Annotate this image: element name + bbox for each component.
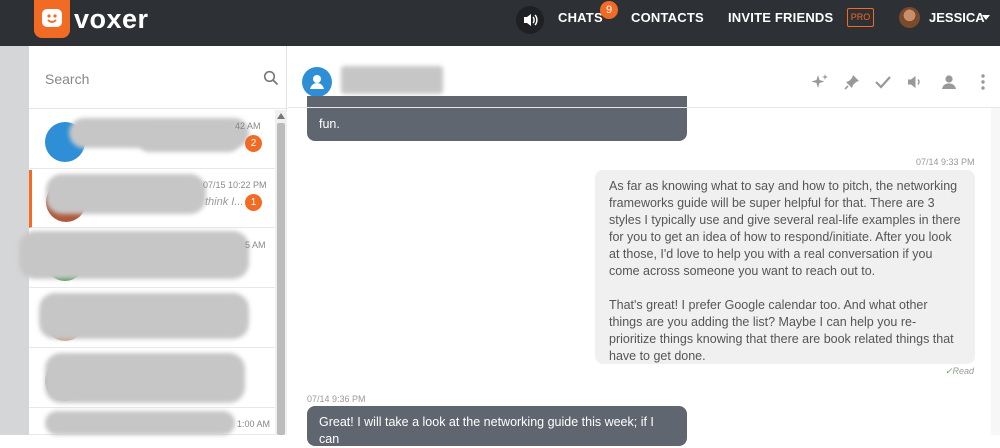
check-icon: ✓: [945, 366, 953, 376]
conversation-time: 07/15 10:22 PM: [203, 180, 267, 190]
read-status: Read: [952, 366, 975, 376]
unread-badge: 1: [245, 194, 262, 211]
top-bar: voxer CHATS 9 CONTACTS INVITE FRIENDS PR…: [0, 0, 1000, 46]
message-text: fun.: [319, 117, 340, 131]
brand-name: voxer: [74, 4, 149, 34]
redacted-contact-name: [341, 66, 443, 94]
scrollbar-thumb[interactable]: [277, 123, 285, 435]
unread-badge: 2: [245, 135, 262, 152]
conversation-time: 5 AM: [245, 240, 266, 250]
checkmark-icon[interactable]: [874, 73, 892, 91]
redacted-name: [19, 231, 249, 279]
message-bubble-incoming[interactable]: Great! I will take a look at the network…: [307, 406, 687, 446]
voxer-logo-icon[interactable]: [34, 0, 70, 38]
nav-chats[interactable]: CHATS: [558, 10, 603, 25]
read-receipt: ✓Read: [945, 366, 974, 377]
message-text: As far as knowing what to say and how to…: [609, 179, 961, 278]
message-text: That's great! I prefer Google calendar t…: [609, 298, 954, 363]
avatar[interactable]: [899, 7, 920, 28]
message-bubble-outgoing[interactable]: As far as knowing what to say and how to…: [595, 170, 975, 364]
avatar[interactable]: [302, 67, 332, 97]
redacted-preview: [139, 132, 239, 152]
nav-invite-friends[interactable]: INVITE FRIENDS: [728, 10, 833, 25]
nav-contacts[interactable]: CONTACTS: [631, 10, 704, 25]
scroll-up-icon[interactable]: [277, 113, 285, 119]
message-timestamp: 07/14 9:33 PM: [916, 157, 975, 167]
person-icon: [310, 75, 324, 89]
list-item[interactable]: [29, 289, 275, 348]
user-menu[interactable]: JESSICA: [929, 10, 985, 25]
search-icon[interactable]: [263, 70, 279, 86]
search-input[interactable]: Search: [45, 71, 89, 87]
list-item[interactable]: [29, 349, 275, 408]
chevron-down-icon[interactable]: [982, 15, 990, 20]
chats-unread-badge: 9: [600, 1, 618, 19]
conversation-preview: think I...: [205, 196, 244, 208]
volume-icon[interactable]: [906, 73, 924, 91]
redacted-name: [45, 353, 245, 403]
speaker-icon: [524, 14, 538, 26]
more-options-icon[interactable]: [974, 73, 992, 91]
conversation-time: 42 AM: [235, 121, 261, 131]
list-item[interactable]: 1:00 AM: [29, 409, 275, 435]
search-bar[interactable]: Search: [29, 46, 286, 109]
pro-badge[interactable]: PRO: [847, 8, 874, 27]
pin-icon[interactable]: [843, 73, 861, 91]
message-text: Great! I will take a look at the network…: [319, 415, 654, 446]
speaker-button[interactable]: [516, 6, 544, 34]
message-timestamp: 07/14 9:36 PM: [307, 394, 366, 404]
redacted-name: [46, 174, 206, 214]
redacted-name: [39, 293, 249, 339]
redacted-name: [45, 411, 235, 435]
list-item[interactable]: 5 AM: [19, 229, 275, 288]
chat-scrollbar[interactable]: [991, 108, 1000, 435]
message-bubble-incoming[interactable]: fun.: [307, 96, 687, 141]
conversation-time: 1:00 AM: [237, 419, 271, 429]
list-item[interactable]: 42 AM 2: [29, 110, 275, 169]
list-item[interactable]: 07/15 10:22 PM think I... 1: [29, 170, 275, 228]
contact-profile-icon[interactable]: [940, 73, 958, 91]
sparkle-icon[interactable]: [811, 73, 829, 91]
